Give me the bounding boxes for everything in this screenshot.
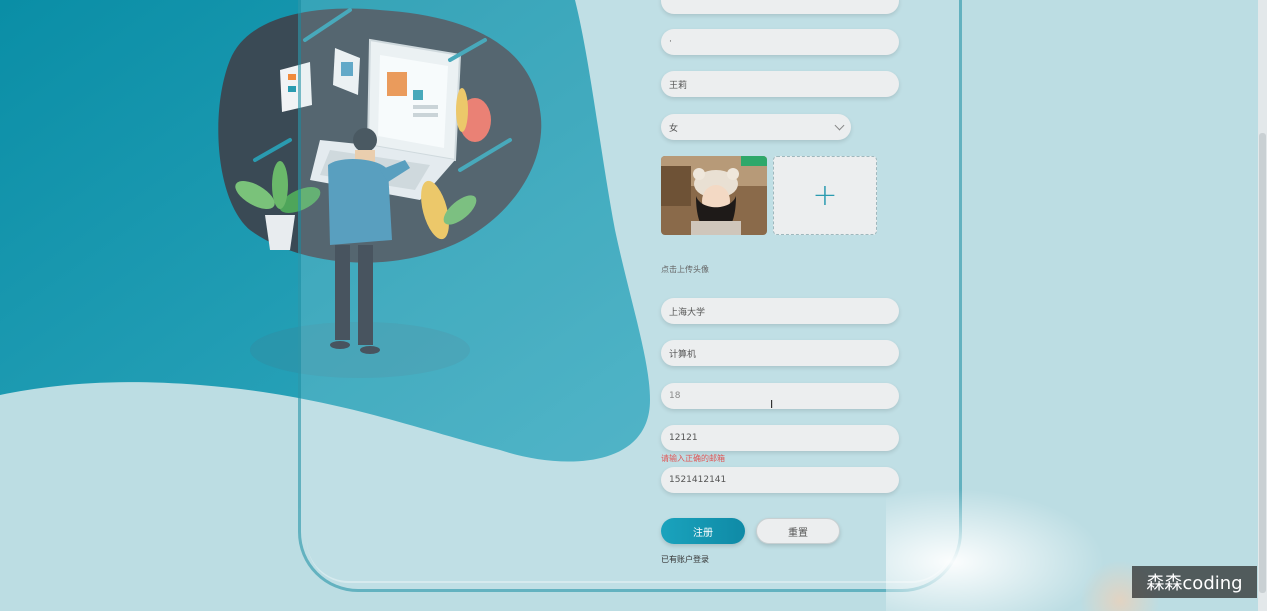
gender-select[interactable]: 女 (661, 114, 851, 140)
text-cursor-icon: I (770, 398, 774, 411)
avatar-photo (661, 156, 767, 235)
phone-field[interactable] (661, 467, 899, 493)
avatar-uploader[interactable]: + (773, 156, 877, 235)
gender-select-value: 女 (669, 123, 679, 134)
name-field[interactable] (661, 71, 899, 97)
chevron-down-icon (834, 120, 845, 131)
username-field[interactable] (661, 0, 899, 14)
scrollbar-track[interactable] (1258, 0, 1267, 611)
age-field[interactable] (661, 383, 899, 409)
email-field[interactable] (661, 425, 899, 451)
plus-icon: + (812, 177, 838, 213)
reset-button[interactable]: 重置 (756, 518, 840, 544)
register-button[interactable]: 注册 (661, 518, 745, 544)
email-error: 请输入正确的邮箱 (661, 454, 725, 463)
school-field[interactable] (661, 298, 899, 324)
light-glow (886, 488, 1106, 611)
watermark: 森森coding (1132, 566, 1257, 598)
login-link[interactable]: 已有账户登录 (661, 554, 709, 565)
avatar-preview[interactable] (661, 156, 767, 235)
upload-hint: 点击上传头像 (661, 265, 709, 274)
major-field[interactable] (661, 340, 899, 366)
confirm-password-field[interactable] (661, 29, 899, 55)
scrollbar-thumb[interactable] (1259, 133, 1266, 593)
